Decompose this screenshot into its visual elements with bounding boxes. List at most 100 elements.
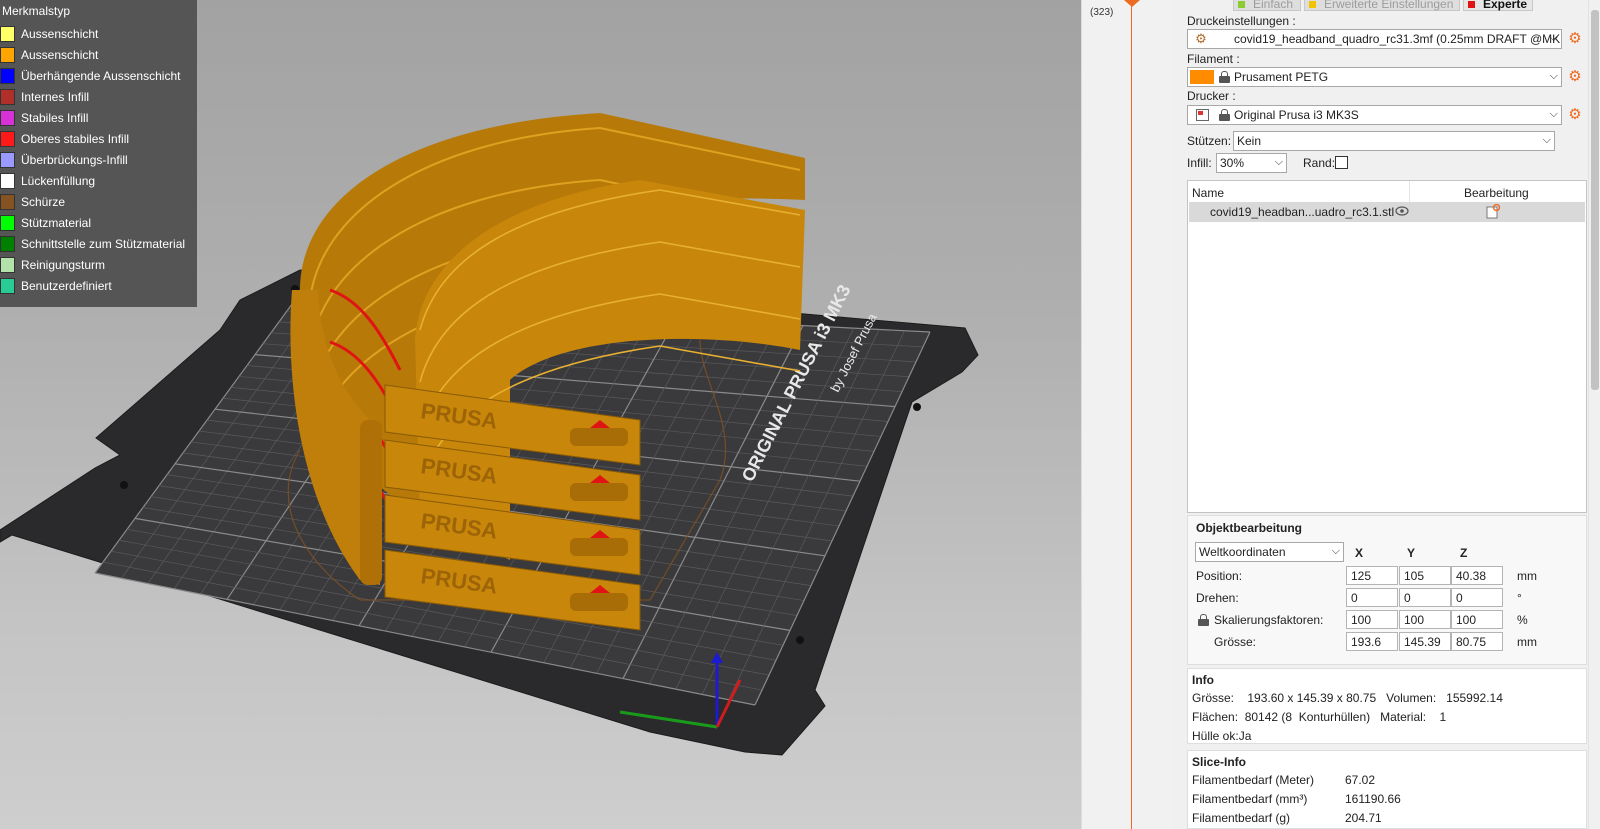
edit-settings-icon[interactable]: [1486, 204, 1500, 219]
legend-color-swatch: [0, 257, 15, 273]
scale-z-input[interactable]: 100: [1451, 610, 1503, 629]
sidebar-scrollbar-thumb[interactable]: [1591, 10, 1599, 390]
size-x-input[interactable]: 193.6: [1346, 632, 1398, 651]
legend-item: Aussenschicht: [0, 46, 197, 64]
scale-unit: %: [1517, 613, 1528, 627]
infill-combo[interactable]: 30% ⌵: [1216, 153, 1287, 173]
filament-weight-label: Filamentbedarf (g): [1192, 811, 1291, 825]
info-size-volume: Grösse: 193.60 x 145.39 x 80.75 Volumen:…: [1192, 691, 1503, 705]
filament-weight-value: 204.71: [1345, 811, 1382, 825]
brim-checkbox[interactable]: [1335, 156, 1348, 169]
object-manipulation-title: Objektbearbeitung: [1196, 521, 1303, 535]
legend-item: Internes Infill: [0, 88, 197, 106]
legend-color-swatch: [0, 131, 15, 147]
slice-info-panel: Slice-Info Filamentbedarf (Meter) 67.02 …: [1187, 750, 1587, 829]
infill-value: 30%: [1220, 156, 1245, 170]
legend-item-label: Reinigungsturm: [21, 258, 106, 272]
filament-gear-icon[interactable]: ⚙: [1567, 69, 1583, 85]
supports-combo[interactable]: Kein ⌵: [1233, 131, 1555, 151]
filament-value: Prusament PETG: [1234, 70, 1329, 84]
eye-icon[interactable]: [1395, 206, 1409, 216]
size-z-input[interactable]: 80.75: [1451, 632, 1503, 651]
scale-label: Skalierungsfaktoren:: [1214, 613, 1324, 627]
print-settings-gear-icon[interactable]: ⚙: [1567, 31, 1583, 47]
layer-slider[interactable]: (323): [1081, 0, 1171, 829]
legend-item: Lückenfüllung: [0, 172, 197, 190]
mode-tab-label: Einfach: [1253, 0, 1294, 11]
rotate-x-input[interactable]: 0: [1346, 588, 1398, 607]
scale-lock-icon[interactable]: [1198, 614, 1209, 626]
legend-color-swatch: [0, 110, 15, 126]
bed-hole: [120, 481, 128, 489]
column-header-edit[interactable]: Bearbeitung: [1464, 186, 1529, 200]
filament-meters-value: 67.02: [1345, 773, 1376, 787]
position-x-input[interactable]: 125: [1346, 566, 1398, 585]
lock-icon: [1219, 109, 1230, 121]
chevron-down-icon: ⌵: [1274, 156, 1283, 168]
coordinate-system-combo[interactable]: Weltkoordinaten ⌵: [1195, 542, 1344, 562]
legend-item-label: Schnittstelle zum Stützmaterial: [21, 237, 186, 251]
position-unit: mm: [1517, 569, 1537, 583]
print-settings-value: covid19_headband_quadro_rc31.3mf (0.25mm…: [1234, 32, 1561, 46]
infill-label: Infill:: [1187, 156, 1212, 170]
column-header-name[interactable]: Name: [1192, 186, 1224, 200]
supports-label: Stützen:: [1187, 134, 1232, 148]
3d-viewport[interactable]: ORIGINAL PRUSA i3 MK3 by Josef Prusa PRU…: [0, 0, 1081, 829]
layer-slider-track[interactable]: [1131, 0, 1132, 829]
axis-header-y: Y: [1407, 546, 1416, 560]
legend-item: Reinigungsturm: [0, 256, 197, 274]
mode-color-icon: [1468, 1, 1475, 9]
legend-item: Überhängende Aussenschicht: [0, 67, 197, 85]
sidebar-scrollbar[interactable]: [1588, 0, 1600, 829]
size-y-input[interactable]: 145.39: [1399, 632, 1451, 651]
mode-tab-label: Experte: [1483, 0, 1528, 11]
legend-item: Benutzerdefiniert: [0, 277, 197, 295]
position-z-input[interactable]: 40.38: [1451, 566, 1503, 585]
mode-tab-label: Erweiterte Einstellungen: [1324, 0, 1454, 11]
info-faces-material: Flächen: 80142 (8 Konturhüllen) Material…: [1192, 710, 1447, 724]
filament-volume-label: Filamentbedarf (mm³): [1192, 792, 1308, 806]
legend-color-swatch: [0, 194, 15, 210]
chevron-down-icon: ⌵: [1549, 108, 1558, 120]
rotate-y-input[interactable]: 0: [1399, 588, 1451, 607]
printer-gear-icon[interactable]: ⚙: [1567, 107, 1583, 123]
coordinate-system-value: Weltkoordinaten: [1199, 545, 1286, 559]
legend-item: Oberes stabiles Infill: [0, 130, 197, 148]
printer-label: Drucker :: [1187, 89, 1236, 103]
rotate-unit: °: [1517, 591, 1522, 605]
legend-item-label: Benutzerdefiniert: [21, 279, 112, 293]
filament-combo[interactable]: Prusament PETG ⌵: [1187, 67, 1562, 87]
slice-info-title: Slice-Info: [1192, 755, 1247, 769]
printer-value: Original Prusa i3 MK3S: [1234, 108, 1359, 122]
object-list-row[interactable]: covid19_headban...uadro_rc3.1.stl: [1189, 202, 1585, 222]
object-list[interactable]: Name Bearbeitung covid19_headban...uadro…: [1187, 180, 1587, 513]
size-label: Grösse:: [1214, 635, 1257, 649]
mode-tab-simple[interactable]: Einfach: [1233, 0, 1301, 11]
position-y-input[interactable]: 105: [1399, 566, 1451, 585]
legend-color-swatch: [0, 173, 15, 189]
legend-color-swatch: [0, 152, 15, 168]
column-divider: [1409, 181, 1410, 202]
layer-slider-thumb[interactable]: [1124, 0, 1140, 7]
filament-label: Filament :: [1187, 52, 1240, 66]
printer-combo[interactable]: Original Prusa i3 MK3S ⌵: [1187, 105, 1562, 125]
legend-color-swatch: [0, 278, 15, 294]
legend-item-label: Aussenschicht: [21, 48, 99, 62]
info-title: Info: [1192, 673, 1214, 687]
rotate-label: Drehen:: [1196, 591, 1239, 605]
chevron-down-icon: ⌵: [1542, 134, 1551, 146]
mode-tab-expert[interactable]: Experte: [1463, 0, 1533, 11]
legend-color-swatch: [0, 68, 15, 84]
size-unit: mm: [1517, 635, 1537, 649]
info-panel: Info Grösse: 193.60 x 145.39 x 80.75 Vol…: [1187, 668, 1587, 744]
scale-x-input[interactable]: 100: [1346, 610, 1398, 629]
scale-y-input[interactable]: 100: [1399, 610, 1451, 629]
print-settings-combo[interactable]: ⚙ covid19_headband_quadro_rc31.3mf (0.25…: [1187, 29, 1562, 49]
mode-tab-advanced[interactable]: Erweiterte Einstellungen: [1304, 0, 1460, 11]
legend-item-label: Schürze: [21, 195, 66, 209]
feature-type-legend: Merkmalstyp Aussenschicht Aussenschicht Üb…: [0, 0, 197, 307]
legend-color-swatch: [0, 26, 15, 42]
rotate-z-input[interactable]: 0: [1451, 588, 1503, 607]
bed-hole: [796, 636, 804, 644]
legend-item-label: Aussenschicht: [21, 27, 99, 41]
